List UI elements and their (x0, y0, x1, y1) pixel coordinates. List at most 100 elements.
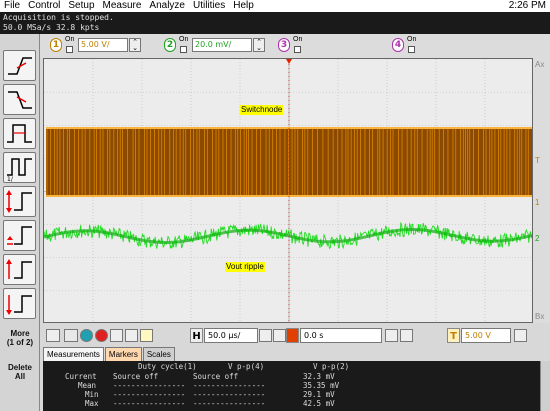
channel-3-badge[interactable]: 3 (278, 38, 290, 52)
channel-1-checkbox[interactable] (66, 46, 73, 53)
vpp-2-value: 29.1 mV (303, 390, 335, 399)
channel-1-badge[interactable]: 1 (50, 38, 62, 52)
channel-2-scale-field[interactable]: 20.0 mV/ (192, 38, 252, 52)
camera-icon[interactable] (125, 329, 138, 342)
falling-edge-icon (8, 91, 32, 109)
top-level-icon (6, 259, 32, 279)
trigger-spinner[interactable] (514, 329, 527, 342)
measurements-scrollbar[interactable] (540, 361, 550, 411)
tab-scales[interactable]: Scales (142, 347, 175, 361)
tab-markers[interactable]: Markers (104, 347, 142, 361)
marker-bx: Bx (535, 312, 545, 321)
vpp-2-value: 32.3 mV (303, 372, 335, 381)
vpp-4-value: ---------------- (193, 381, 266, 390)
menu-help[interactable]: Help (229, 0, 258, 12)
menu-measure[interactable]: Measure (99, 0, 146, 12)
more-page-label: (1 of 2) (6, 338, 34, 347)
vout-ripple-trace (44, 221, 532, 250)
table-row: Min ---------------- ---------------- 29… (43, 390, 540, 399)
more-label: More (10, 329, 30, 338)
tool-sidebar: 1/ More (1 of 2) Delete All (0, 34, 40, 411)
horizontal-ref-icon[interactable] (273, 329, 286, 342)
trigger-level-marker: T (535, 156, 540, 165)
header-vpp-4: V p-p(4) (228, 362, 265, 371)
horizontal-label: H (190, 328, 203, 343)
acquisition-rate: 50.0 MSa/s 32.8 kpts (3, 23, 100, 32)
row-label: Current (65, 372, 97, 381)
channel-1-spinner[interactable]: ⌃ ⌄ (129, 38, 141, 52)
menu-utilities[interactable]: Utilities (189, 0, 229, 12)
trigger-label: T (447, 328, 460, 343)
duty-cycle-value: ---------------- (113, 399, 186, 408)
single-icon[interactable] (110, 329, 123, 342)
menu-setup[interactable]: Setup (64, 0, 98, 12)
more-button[interactable]: More (1 of 2) (2, 329, 38, 347)
switchnode-trace (46, 127, 532, 197)
rise-time-icon (6, 190, 32, 213)
vpp-2-value: 42.5 mV (303, 399, 335, 408)
channel-2-ground-marker: 2 (535, 234, 540, 243)
tab-measurements[interactable]: Measurements (43, 347, 104, 361)
period-measure-button[interactable]: 1/ (3, 152, 36, 183)
period-icon: 1/ (7, 158, 32, 182)
amplitude-button[interactable] (3, 220, 36, 251)
stop-icon[interactable] (95, 329, 108, 342)
horizontal-spinner[interactable] (259, 329, 272, 342)
delay-zero-button[interactable] (400, 329, 413, 342)
measurements-table: Duty cycle(1) V p-p(4) V p-p(2) Current … (43, 361, 540, 411)
vpp-4-value: Source off (193, 372, 239, 381)
header-duty-cycle: Duty cycle(1) (138, 362, 197, 371)
scroll-icon[interactable] (46, 329, 60, 342)
delete-all-button[interactable]: Delete All (2, 363, 38, 381)
delete-all-label: All (14, 372, 26, 381)
rising-edge-icon (8, 57, 32, 75)
channel-2-badge[interactable]: 2 (164, 38, 176, 52)
channel-4-badge[interactable]: 4 (392, 38, 404, 52)
channel-2-spinner[interactable]: ⌃ ⌄ (253, 38, 265, 52)
switchnode-label: Switchnode (240, 105, 284, 115)
acquisition-state: Acquisition is stopped. (3, 13, 114, 22)
clock: 2:26 PM (508, 0, 546, 11)
channel-2-checkbox[interactable] (180, 46, 187, 53)
measurements-header-row: Duty cycle(1) V p-p(4) V p-p(2) (43, 362, 540, 371)
channel-1-scale-field[interactable]: 5.00 V/ (78, 38, 128, 52)
menu-analyze[interactable]: Analyze (145, 0, 189, 12)
pulse-width-button[interactable] (3, 118, 36, 149)
vpp-2-value: 35.35 mV (303, 381, 340, 390)
waveform-display[interactable]: Switchnode Vout ripple (43, 58, 533, 323)
channel-4-checkbox[interactable] (408, 46, 415, 53)
base-level-button[interactable] (3, 288, 36, 319)
vout-ripple-label: Vout ripple (225, 262, 265, 272)
menu-control[interactable]: Control (24, 0, 64, 12)
falling-edge-trigger-button[interactable] (3, 84, 36, 115)
waveform-canvas (44, 59, 532, 322)
channel-1-on-label: On (65, 36, 75, 43)
duty-cycle-value: ---------------- (113, 390, 186, 399)
menu-bar: File Control Setup Measure Analyze Utili… (0, 0, 550, 12)
table-row: Max ---------------- ---------------- 42… (43, 399, 540, 408)
auto-scale-icon[interactable] (140, 329, 153, 342)
delete-label: Delete (7, 363, 32, 372)
duty-cycle-value: ---------------- (113, 381, 186, 390)
rising-edge-trigger-button[interactable] (3, 50, 36, 81)
delay-field[interactable]: 0.0 s (300, 328, 382, 343)
menu-file[interactable]: File (0, 0, 24, 12)
timebase-bar: H 50.0 µs/ 0.0 s T 5.00 V (40, 324, 550, 346)
zoom-icon[interactable] (64, 329, 78, 342)
right-marker-strip: Ax T 1 2 Bx (533, 58, 550, 323)
top-level-button[interactable] (3, 254, 36, 285)
delay-left-button[interactable] (385, 329, 398, 342)
amplitude-icon (7, 226, 32, 245)
rise-time-button[interactable] (3, 186, 36, 217)
vpp-4-value: ---------------- (193, 390, 266, 399)
channel-3-checkbox[interactable] (294, 46, 301, 53)
horizontal-scale-field[interactable]: 50.0 µs/ (204, 328, 258, 343)
svg-text:1/: 1/ (7, 176, 14, 182)
run-icon[interactable] (80, 329, 93, 342)
base-level-icon (6, 295, 32, 315)
header-vpp-2: V p-p(2) (313, 362, 350, 371)
channel-4-on-label: On (407, 36, 417, 43)
trigger-level-field[interactable]: 5.00 V (461, 328, 511, 343)
row-label: Max (85, 399, 99, 408)
table-row: Current Source off Source off 32.3 mV (43, 372, 540, 381)
